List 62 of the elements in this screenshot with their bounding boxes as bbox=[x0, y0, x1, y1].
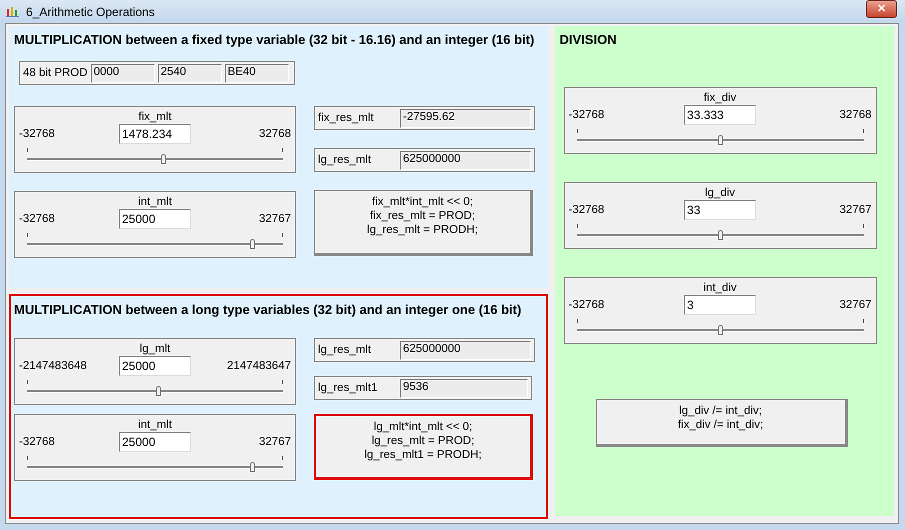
range-min: -32768 bbox=[19, 128, 56, 140]
prod-field: 2540 bbox=[158, 64, 222, 82]
range-min: -32768 bbox=[568, 299, 606, 311]
range-max: 32767 bbox=[258, 436, 291, 448]
readout-label: fix_res_mlt bbox=[318, 112, 375, 124]
readout-field: -27595.62 bbox=[400, 108, 531, 128]
range-max: 32768 bbox=[838, 109, 872, 121]
code-button[interactable]: lg_mlt*int_mlt << 0; lg_res_mlt = PROD; lg_res_mlt1 = PRODH; bbox=[314, 414, 533, 480]
slider[interactable] bbox=[27, 233, 283, 249]
value-field[interactable]: 3 bbox=[684, 295, 756, 315]
prod-field: BE40 bbox=[224, 64, 289, 82]
slider-label: int_mlt bbox=[138, 418, 172, 432]
app-icon bbox=[6, 6, 20, 18]
slider-thumb[interactable] bbox=[156, 386, 161, 396]
slider[interactable] bbox=[576, 319, 864, 335]
slider[interactable] bbox=[576, 129, 864, 145]
readout-field: 625000000 bbox=[400, 150, 531, 170]
slider-thumb[interactable] bbox=[718, 230, 724, 240]
range-max: 2147483647 bbox=[226, 360, 291, 372]
readout-label: lg_res_mlt1 bbox=[318, 382, 378, 394]
section-title: MULTIPLICATION between a long type variables (32 bit) and an integer one (16 bit) bbox=[14, 302, 522, 317]
range-min: -32768 bbox=[19, 436, 56, 448]
range-min: -32768 bbox=[19, 213, 56, 225]
slider-label: lg_mlt bbox=[140, 342, 170, 356]
range-min: -32768 bbox=[568, 204, 606, 216]
slider-thumb[interactable] bbox=[160, 154, 166, 164]
slider-label: fix_div bbox=[704, 91, 736, 105]
range-min: -2147483648 bbox=[19, 360, 88, 372]
slider-label: lg_div bbox=[704, 186, 736, 200]
slider-label: int_mlt bbox=[138, 195, 172, 209]
prod-field: 0000 bbox=[90, 64, 155, 82]
value-field[interactable]: 33 bbox=[684, 200, 756, 220]
slider[interactable] bbox=[576, 224, 864, 240]
slider-thumb[interactable] bbox=[250, 239, 256, 249]
section-title: DIVISION bbox=[560, 32, 617, 47]
range-max: 32767 bbox=[838, 204, 872, 216]
slider[interactable] bbox=[27, 380, 283, 396]
value-field[interactable]: 25000 bbox=[119, 209, 191, 229]
code-button[interactable]: lg_div /= int_div; fix_div /= int_div; bbox=[596, 399, 848, 447]
readout-label: lg_res_mlt bbox=[318, 154, 372, 166]
slider-label: fix_mlt bbox=[138, 110, 172, 124]
value-field[interactable]: 25000 bbox=[119, 356, 191, 376]
readout-field: 9536 bbox=[400, 378, 528, 398]
slider-thumb[interactable] bbox=[250, 462, 256, 472]
value-field[interactable]: 1478.234 bbox=[119, 124, 191, 144]
slider[interactable] bbox=[27, 148, 283, 164]
section-title: MULTIPLICATION between a fixed type variable (32 bit - 16.16) and an integer (16 bit) bbox=[14, 32, 534, 47]
slider-label: int_div bbox=[703, 281, 737, 295]
readout-label: lg_res_mlt bbox=[318, 344, 372, 356]
prod-label: 48 bit PROD bbox=[23, 67, 88, 79]
range-max: 32767 bbox=[838, 299, 872, 311]
range-min: -32768 bbox=[568, 109, 606, 121]
slider[interactable] bbox=[27, 456, 283, 472]
value-field[interactable]: 33.333 bbox=[684, 105, 756, 125]
window-title: 6_Arithmetic Operations bbox=[26, 4, 156, 18]
range-max: 32767 bbox=[258, 213, 291, 225]
readout-field: 625000000 bbox=[400, 340, 531, 360]
range-max: 32768 bbox=[258, 128, 291, 140]
slider-thumb[interactable] bbox=[718, 135, 724, 145]
slider-thumb[interactable] bbox=[718, 325, 724, 335]
value-field[interactable]: 25000 bbox=[119, 432, 191, 452]
code-button[interactable]: fix_mlt*int_mlt << 0; fix_res_mlt = PROD; lg_res_mlt = PRODH; bbox=[314, 190, 533, 256]
